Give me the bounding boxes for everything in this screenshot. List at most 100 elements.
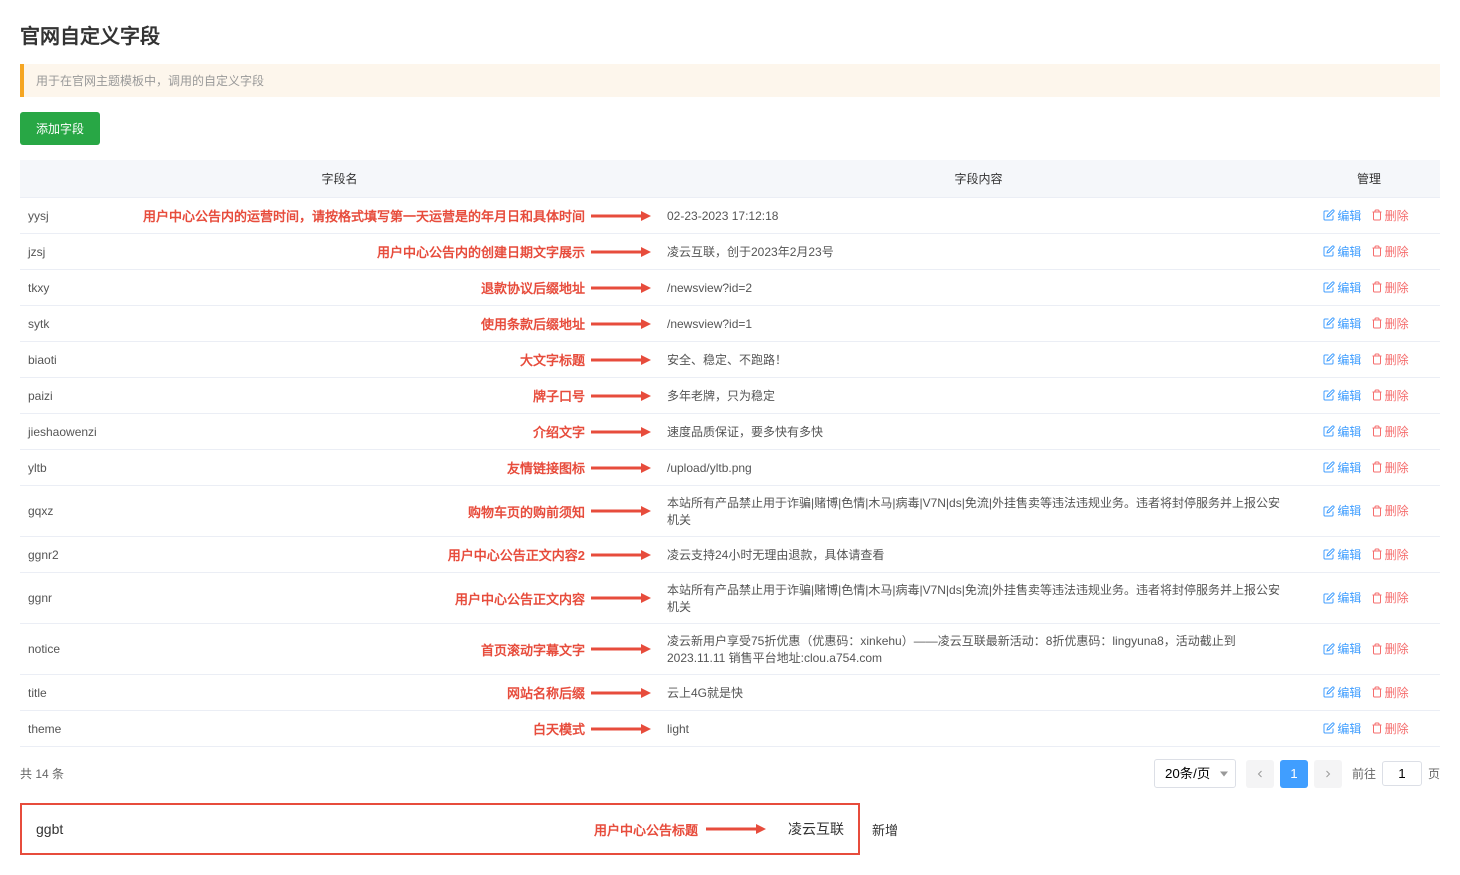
trash-icon	[1371, 461, 1383, 473]
edit-icon	[1323, 461, 1335, 473]
row-annotation: 用户中心公告内的创建日期文字展示	[377, 242, 585, 261]
edit-button[interactable]: 编辑	[1323, 589, 1361, 606]
field-content: 凌云支持24小时无理由退款，具体请查看	[667, 548, 884, 562]
edit-button[interactable]: 编辑	[1323, 423, 1361, 440]
edit-icon	[1323, 317, 1335, 329]
goto-page-input[interactable]	[1382, 761, 1422, 786]
delete-button[interactable]: 删除	[1371, 459, 1409, 476]
field-key: jzsj	[28, 245, 45, 259]
delete-button[interactable]: 删除	[1371, 387, 1409, 404]
page-1-button[interactable]: 1	[1280, 760, 1308, 788]
row-annotation: 白天模式	[533, 719, 585, 738]
field-content: 凌云互联，创于2023年2月23号	[667, 245, 834, 259]
trash-icon	[1371, 592, 1383, 604]
field-key: notice	[28, 642, 60, 656]
next-page-button[interactable]	[1314, 760, 1342, 788]
trash-icon	[1371, 389, 1383, 401]
chevron-left-icon	[1254, 768, 1266, 780]
delete-button[interactable]: 删除	[1371, 546, 1409, 563]
field-content: /upload/yltb.png	[667, 461, 752, 475]
prev-page-button[interactable]	[1246, 760, 1274, 788]
row-annotation: 使用条款后缀地址	[481, 314, 585, 333]
field-content: 速度品质保证，要多快有多快	[667, 425, 823, 439]
delete-button[interactable]: 删除	[1371, 502, 1409, 519]
row-annotation: 购物车页的购前须知	[468, 502, 585, 521]
row-annotation: 用户中心公告正文内容	[455, 589, 585, 608]
edit-button[interactable]: 编辑	[1323, 387, 1361, 404]
row-annotation: 大文字标题	[520, 350, 585, 369]
field-content: /newsview?id=1	[667, 317, 752, 331]
delete-button[interactable]: 删除	[1371, 589, 1409, 606]
field-content: 凌云新用户享受75折优惠（优惠码：xinkehu）——凌云互联最新活动：8折优惠…	[667, 634, 1236, 665]
table-row: sytk 使用条款后缀地址 /newsview?id=1 编辑 删除	[20, 306, 1440, 342]
table-row: notice 首页滚动字幕文字 凌云新用户享受75折优惠（优惠码：xinkehu…	[20, 624, 1440, 675]
field-content: 安全、稳定、不跑路！	[667, 353, 787, 367]
edit-button[interactable]: 编辑	[1323, 546, 1361, 563]
field-content: 02-23-2023 17:12:18	[667, 209, 778, 223]
edit-button[interactable]: 编辑	[1323, 640, 1361, 657]
row-annotation: 介绍文字	[533, 422, 585, 441]
edit-button[interactable]: 编辑	[1323, 207, 1361, 224]
hint-alert: 用于在官网主题模板中，调用的自定义字段	[20, 64, 1440, 97]
delete-button[interactable]: 删除	[1371, 423, 1409, 440]
fields-table: 字段名 字段内容 管理 yysj 用户中心公告内的运营时间，请按格式填写第一天运…	[20, 160, 1440, 747]
arrow-icon	[706, 823, 766, 835]
delete-button[interactable]: 删除	[1371, 351, 1409, 368]
arrow-icon	[591, 462, 651, 474]
table-row: jieshaowenzi 介绍文字 速度品质保证，要多快有多快 编辑 删除	[20, 414, 1440, 450]
field-content: 本站所有产品禁止用于诈骗|赌博|色情|木马|病毒|V7N|ds|免流|外挂售卖等…	[667, 496, 1280, 527]
goto-prefix: 前往	[1352, 765, 1376, 782]
delete-button[interactable]: 删除	[1371, 315, 1409, 332]
arrow-icon	[591, 354, 651, 366]
arrow-icon	[591, 426, 651, 438]
table-footer: 共 14 条 20条/页 1 前往 页	[20, 747, 1440, 788]
page-size-select[interactable]: 20条/页	[1154, 759, 1236, 788]
total-count: 共 14 条	[20, 765, 64, 782]
trash-icon	[1371, 425, 1383, 437]
edit-button[interactable]: 编辑	[1323, 351, 1361, 368]
field-key: yltb	[28, 461, 47, 475]
delete-button[interactable]: 删除	[1371, 279, 1409, 296]
edit-button[interactable]: 编辑	[1323, 502, 1361, 519]
trash-icon	[1371, 209, 1383, 221]
edit-button[interactable]: 编辑	[1323, 720, 1361, 737]
arrow-icon	[591, 318, 651, 330]
field-content: 多年老牌，只为稳定	[667, 389, 775, 403]
table-row: theme 白天模式 light 编辑 删除	[20, 711, 1440, 747]
delete-button[interactable]: 删除	[1371, 243, 1409, 260]
trash-icon	[1371, 722, 1383, 734]
delete-button[interactable]: 删除	[1371, 720, 1409, 737]
trash-icon	[1371, 353, 1383, 365]
edit-icon	[1323, 548, 1335, 560]
new-field-key: ggbt	[36, 821, 63, 837]
arrow-icon	[591, 505, 651, 517]
trash-icon	[1371, 505, 1383, 517]
edit-icon	[1323, 353, 1335, 365]
new-field-annotation: 用户中心公告标题	[594, 820, 698, 839]
edit-icon	[1323, 505, 1335, 517]
edit-icon	[1323, 592, 1335, 604]
trash-icon	[1371, 686, 1383, 698]
add-field-button[interactable]: 添加字段	[20, 112, 100, 145]
add-new-link[interactable]: 新增	[872, 820, 898, 839]
row-annotation: 牌子口号	[533, 386, 585, 405]
delete-button[interactable]: 删除	[1371, 207, 1409, 224]
delete-button[interactable]: 删除	[1371, 640, 1409, 657]
edit-button[interactable]: 编辑	[1323, 684, 1361, 701]
delete-button[interactable]: 删除	[1371, 684, 1409, 701]
edit-icon	[1323, 281, 1335, 293]
field-key: sytk	[28, 317, 49, 331]
new-field-content: 凌云互联	[788, 819, 844, 839]
table-row: title 网站名称后缀 云上4G就是快 编辑 删除	[20, 675, 1440, 711]
arrow-icon	[591, 390, 651, 402]
edit-button[interactable]: 编辑	[1323, 459, 1361, 476]
edit-button[interactable]: 编辑	[1323, 243, 1361, 260]
edit-button[interactable]: 编辑	[1323, 315, 1361, 332]
arrow-icon	[591, 723, 651, 735]
row-annotation: 友情链接图标	[507, 458, 585, 477]
edit-button[interactable]: 编辑	[1323, 279, 1361, 296]
edit-icon	[1323, 389, 1335, 401]
edit-icon	[1323, 425, 1335, 437]
arrow-icon	[591, 210, 651, 222]
header-actions: 管理	[1298, 160, 1440, 198]
